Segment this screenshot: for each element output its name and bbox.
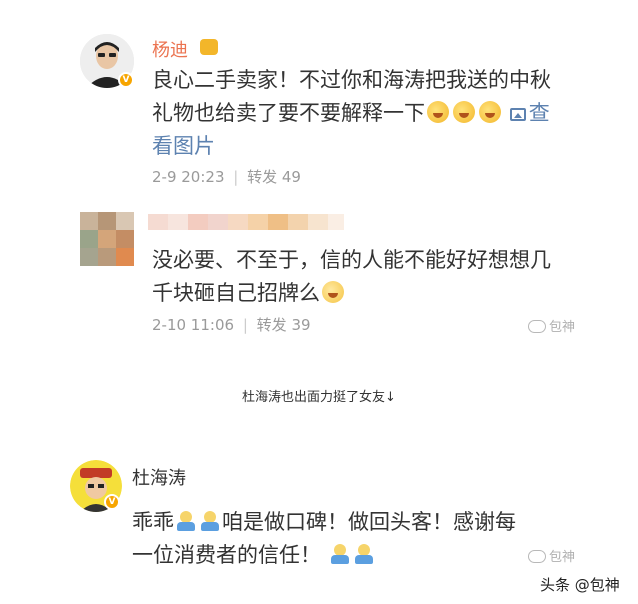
footer-source: 头条 @包神 [540,576,620,594]
post1-line2-text: 礼物也给卖了要不要解释一下 [152,101,425,125]
wechat-logo-icon [528,320,546,333]
blurred-avatar [80,212,134,266]
view-image-link-part1: 查 [528,101,550,125]
watermark-1: 包神 [528,316,575,335]
post2-text-mid: 咱是做口碑！做回头客！感谢每 [222,510,516,534]
post2-line2-text: 一位消费者的信任！ [132,543,321,567]
image-icon [509,108,526,121]
wechat-logo-icon [528,550,546,563]
post2-text-start: 乖乖 [132,510,174,534]
caption-text: 杜海涛也出面力挺了女友↓ [242,390,396,405]
doge-emoji-icon [175,511,197,531]
crown-emoji-icon [200,39,218,55]
post1-line3: 看图片 [152,130,592,163]
post1-timestamp: 2-9 20:23 [152,168,225,186]
doge-emoji-icon [199,511,221,531]
reply-repost-button[interactable]: 转发 39 [257,316,311,334]
verified-badge-icon: V [118,72,134,88]
verified-badge-icon: V [104,494,120,510]
laugh-cry-emoji-icon [453,101,475,123]
watermark-2: 包神 [528,546,575,565]
watermark-2-text: 包神 [549,550,576,565]
crying-emoji-icon [322,281,344,303]
post1-line2: 礼物也给卖了要不要解释一下 查 [152,97,592,130]
post1-line1: 良心二手卖家！不过你和海涛把我送的中秋 [152,68,551,92]
doge-emoji-icon [353,544,375,564]
author-name-duhaitao[interactable]: 杜海涛 [132,464,186,490]
view-image-link-cont[interactable]: 看图片 [152,134,215,158]
reply-timestamp: 2-10 11:06 [152,316,235,334]
view-image-link[interactable]: 查 [509,101,550,125]
post1-text: 良心二手卖家！不过你和海涛把我送的中秋 礼物也给卖了要不要解释一下 查 看图片 [152,64,592,163]
post1-meta: 2-9 20:23 | 转发 49 [152,168,301,186]
post2-line1: 乖乖 咱是做口碑！做回头客！感谢每 [132,506,602,539]
reply-meta: 2-10 11:06 | 转发 39 [152,316,311,334]
reply-text: 没必要、不至于，信的人能不能好好想想几 千块砸自己招牌么 [152,244,592,310]
reply-line1: 没必要、不至于，信的人能不能好好想想几 [152,248,551,272]
doge-emoji-icon [329,544,351,564]
blurred-username [148,212,344,232]
laugh-cry-emoji-icon [427,101,449,123]
watermark-1-text: 包神 [549,320,576,335]
reply-line2-text: 千块砸自己招牌么 [152,281,320,305]
reply-line2: 千块砸自己招牌么 [152,277,592,310]
post1-repost-button[interactable]: 转发 49 [247,168,301,186]
laugh-cry-emoji-icon [479,101,501,123]
author-name-yangdi[interactable]: 杨迪 [152,36,188,62]
